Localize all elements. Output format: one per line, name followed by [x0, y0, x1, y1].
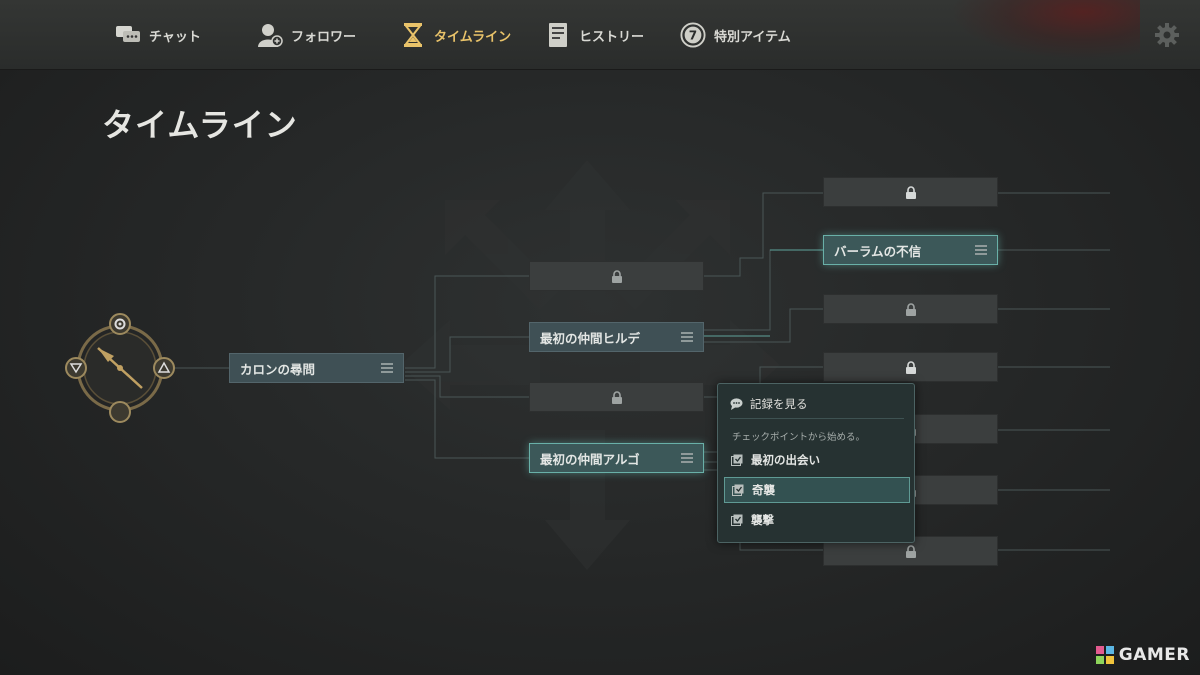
blood-splatter-decoration	[950, 0, 1140, 60]
lock-icon	[905, 302, 916, 316]
compass-emblem	[65, 313, 175, 423]
special-item-badge: 7	[689, 29, 697, 43]
nav-tab-special-items[interactable]: 7 特別アイテム	[680, 19, 791, 51]
checkpoint-icon	[732, 484, 744, 496]
nav-tab-timeline[interactable]: タイムライン	[400, 19, 511, 51]
lock-icon	[905, 360, 916, 374]
lock-icon	[611, 269, 622, 283]
special-item-icon: 7	[680, 22, 706, 48]
chat-icon	[115, 22, 141, 48]
node-label: カロンの尋問	[240, 361, 316, 377]
nav-tab-followers[interactable]: フォロワー	[257, 19, 356, 51]
node-label: 最初の仲間ヒルデ	[540, 330, 641, 346]
lock-icon	[905, 544, 916, 558]
timeline-node-argo[interactable]: 最初の仲間アルゴ	[529, 443, 704, 473]
compass-right-button[interactable]	[153, 357, 175, 379]
checkpoint-option[interactable]: 最初の出会い	[724, 447, 910, 473]
node-label: バーラムの不信	[834, 243, 922, 259]
timeline-node-hilde[interactable]: 最初の仲間ヒルデ	[529, 322, 704, 352]
nav-tab-label: ヒストリー	[579, 29, 645, 45]
nav-tab-label: フォロワー	[291, 29, 357, 45]
gear-icon[interactable]	[1154, 22, 1180, 48]
popup-title: 記録を見る	[750, 397, 808, 411]
popup-subtitle: チェックポイントから始める。	[732, 432, 866, 443]
timeline-node-locked[interactable]	[823, 294, 998, 324]
option-label: 奇襲	[752, 483, 775, 497]
nav-tab-history[interactable]: ヒストリー	[545, 19, 644, 51]
menu-icon[interactable]	[681, 453, 693, 463]
compass-left-button[interactable]	[65, 357, 87, 379]
menu-icon[interactable]	[975, 245, 987, 255]
timeline-node-barram[interactable]: バーラムの不信	[823, 235, 998, 265]
speech-bubble-icon	[730, 398, 743, 410]
lock-icon	[611, 390, 622, 404]
book-icon	[545, 22, 571, 48]
page-title: タイムライン	[102, 106, 298, 144]
nav-tab-label: チャット	[149, 29, 201, 45]
gamer-watermark: GAMER	[1095, 645, 1190, 665]
watermark-text: GAMER	[1118, 645, 1190, 665]
node-label: 最初の仲間アルゴ	[540, 451, 640, 467]
option-label: 最初の出会い	[751, 453, 820, 467]
checkpoint-icon	[731, 514, 743, 526]
nav-tab-label: 特別アイテム	[714, 29, 791, 45]
option-label: 襲撃	[751, 513, 774, 527]
hourglass-icon	[400, 22, 426, 48]
timeline-node-locked[interactable]	[529, 382, 704, 412]
lock-icon	[905, 185, 916, 199]
timeline-node-root[interactable]: カロンの尋問	[229, 353, 404, 383]
timeline-node-locked[interactable]	[823, 352, 998, 382]
menu-icon[interactable]	[381, 363, 393, 373]
nav-tab-chat[interactable]: チャット	[115, 19, 201, 51]
popup-header: 記録を見る	[730, 396, 808, 412]
timeline-node-locked[interactable]	[823, 177, 998, 207]
checkpoint-option[interactable]: 襲撃	[724, 507, 910, 533]
compass-top-button[interactable]	[109, 313, 131, 335]
checkpoint-icon	[731, 454, 743, 466]
top-navigation-bar: チャット フォロワー タイムライン ヒストリー 7 特別アイテム	[0, 0, 1200, 70]
gamer-logo-icon	[1095, 646, 1114, 664]
nav-tab-label: タイムライン	[434, 29, 512, 45]
timeline-node-locked[interactable]	[529, 261, 704, 291]
popup-divider	[730, 418, 904, 419]
checkpoint-option-selected[interactable]: 奇襲	[724, 477, 910, 503]
compass-bottom-button[interactable]	[109, 401, 131, 423]
record-popup: 記録を見る チェックポイントから始める。 最初の出会い 奇襲 襲撃	[717, 383, 915, 543]
follower-icon	[257, 22, 283, 48]
menu-icon[interactable]	[681, 332, 693, 342]
